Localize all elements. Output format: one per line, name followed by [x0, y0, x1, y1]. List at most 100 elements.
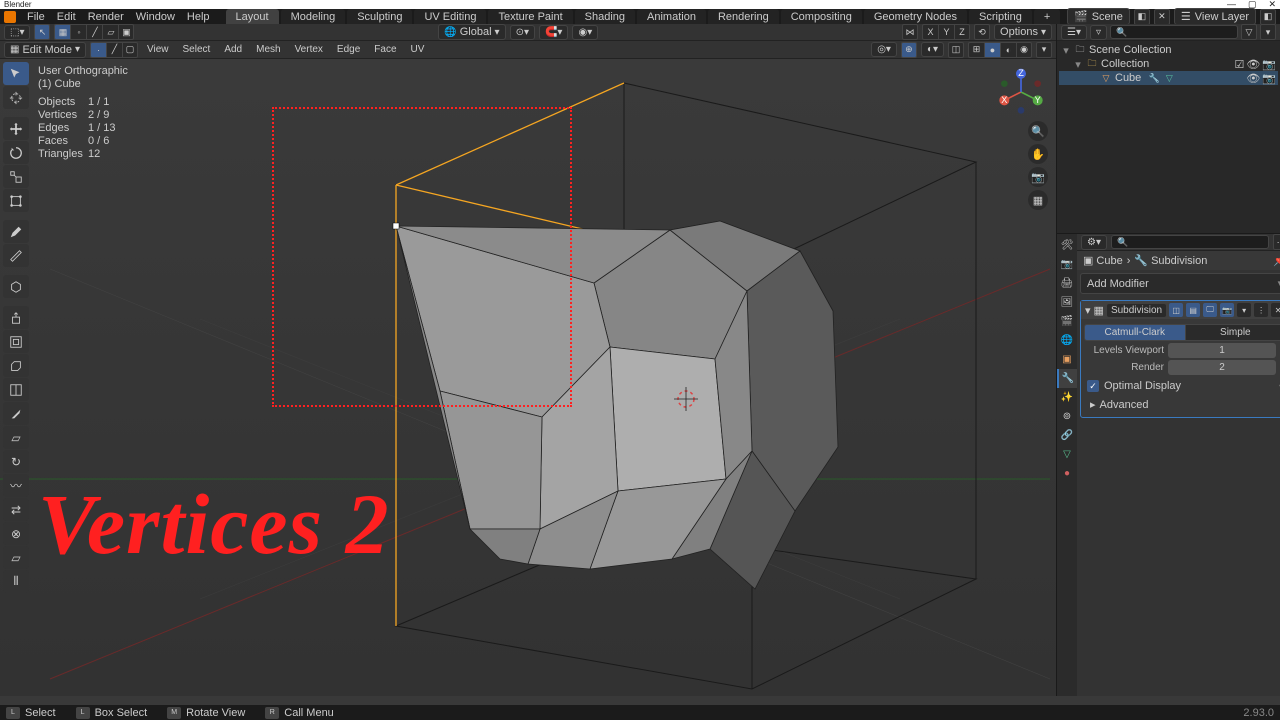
mod-apply-dropdown[interactable]: ⋮: [1254, 303, 1268, 317]
outliner-search[interactable]: 🔍: [1110, 25, 1238, 39]
menu-window[interactable]: Window: [131, 10, 180, 24]
zoom-button[interactable]: 🔍: [1028, 121, 1048, 141]
shading-dropdown-button[interactable]: ▾: [1036, 42, 1052, 58]
ptab-modifier[interactable]: 🔧: [1057, 369, 1077, 388]
tool-inset[interactable]: [3, 330, 29, 353]
ptab-viewlayer[interactable]: 🖼: [1057, 293, 1077, 312]
menu-vertex[interactable]: Vertex: [290, 42, 328, 57]
tool-add-cube[interactable]: [3, 275, 29, 298]
ptab-physics[interactable]: ⊚: [1057, 407, 1077, 426]
tab-sculpting[interactable]: Sculpting: [347, 9, 412, 25]
tab-geometry-nodes[interactable]: Geometry Nodes: [864, 9, 967, 25]
tool-rip[interactable]: ⦀: [3, 570, 29, 593]
menu-render[interactable]: Render: [83, 10, 129, 24]
vertex-select-button[interactable]: ·: [90, 42, 106, 58]
tool-loopcut[interactable]: [3, 378, 29, 401]
rendered-shading-button[interactable]: ◉: [1016, 42, 1032, 58]
tab-texture-paint[interactable]: Texture Paint: [488, 9, 572, 25]
menu-add[interactable]: Add: [219, 42, 247, 57]
tool-extrude[interactable]: [3, 306, 29, 329]
camera-view-button[interactable]: 📷: [1028, 167, 1048, 187]
pan-button[interactable]: ✋: [1028, 144, 1048, 164]
tool-bevel[interactable]: [3, 354, 29, 377]
proportional-edit-button[interactable]: ◉▾: [572, 25, 598, 40]
outliner-display-button[interactable]: ▿: [1090, 25, 1107, 40]
options-dropdown[interactable]: Options ▾: [994, 24, 1052, 40]
outliner-new-collection-button[interactable]: ▾: [1260, 24, 1276, 40]
tab-add[interactable]: +: [1034, 9, 1060, 25]
props-search[interactable]: 🔍: [1111, 235, 1269, 249]
nav-gizmo[interactable]: X Y Z: [996, 67, 1046, 117]
render-icon[interactable]: 📷: [1262, 72, 1276, 85]
tab-layout[interactable]: Layout: [226, 9, 279, 25]
tool-rotate[interactable]: [3, 141, 29, 164]
tool-spin[interactable]: ↻: [3, 450, 29, 473]
editor-type-button[interactable]: ⬚▾: [4, 25, 30, 40]
optimal-display-checkbox[interactable]: ✓: [1087, 380, 1099, 392]
tool-cursor[interactable]: [3, 86, 29, 109]
advanced-toggle[interactable]: ▸Advanced: [1084, 395, 1280, 414]
snap-volume-icon[interactable]: ▣: [118, 24, 134, 40]
props-editor-type-button[interactable]: ⚙▾: [1081, 235, 1107, 250]
modifier-name-field[interactable]: Subdivision: [1107, 304, 1166, 317]
ptab-render[interactable]: 📷: [1057, 255, 1077, 274]
tool-shrink[interactable]: ⊗: [3, 522, 29, 545]
blender-logo-icon[interactable]: [4, 11, 16, 23]
ptab-tool[interactable]: 🛠: [1057, 236, 1077, 255]
face-select-button[interactable]: ▢: [122, 42, 138, 58]
scene-selector[interactable]: 🎬Scene: [1067, 8, 1130, 25]
tab-modeling[interactable]: Modeling: [281, 9, 346, 25]
scene-delete-button[interactable]: ✕: [1154, 9, 1170, 25]
scene-new-button[interactable]: ◧: [1134, 9, 1150, 25]
expand-icon[interactable]: ▾: [1085, 304, 1091, 317]
visibility-icon[interactable]: 👁: [1246, 58, 1260, 71]
snap-toggle[interactable]: 🧲▾: [539, 25, 568, 40]
tool-scale[interactable]: [3, 165, 29, 188]
tool-edge-slide[interactable]: ⇄: [3, 498, 29, 521]
tool-shear[interactable]: ▱: [3, 546, 29, 569]
overlays-dropdown[interactable]: ◐▾: [921, 42, 944, 57]
mesh-auto-merge-icon[interactable]: ⋈: [902, 24, 918, 40]
ptab-object[interactable]: ▣: [1057, 350, 1077, 369]
tab-shading[interactable]: Shading: [575, 9, 635, 25]
render-icon[interactable]: 📷: [1262, 58, 1276, 71]
snap-face-icon[interactable]: ▱: [102, 24, 118, 40]
viewlayer-selector[interactable]: ☰View Layer: [1174, 8, 1256, 25]
viewport-3d[interactable]: ▱ ↻ 〰 ⇄ ⊗ ▱ ⦀ User Orthographic (1) Cube…: [0, 59, 1056, 696]
outliner-tree[interactable]: ▾🗀Scene Collection ▾🗀Collection☑👁📷 ▽Cube…: [1057, 41, 1280, 87]
y-mirror-button[interactable]: Y: [938, 24, 954, 40]
visibility-icon[interactable]: 👁: [1246, 72, 1260, 85]
tool-knife[interactable]: [3, 402, 29, 425]
gizmo-toggle-button[interactable]: ⊕: [901, 42, 917, 58]
catmull-clark-button[interactable]: Catmull-Clark: [1084, 324, 1185, 341]
mode-selector[interactable]: ▦ Edit Mode ▾: [4, 42, 86, 58]
tool-smooth[interactable]: 〰: [3, 474, 29, 497]
outliner-item-cube[interactable]: Cube: [1115, 72, 1141, 84]
snap-vertex-icon[interactable]: ◦: [70, 24, 86, 40]
ptab-material[interactable]: ●: [1057, 464, 1077, 483]
mod-edit-mode-button[interactable]: ▤: [1186, 303, 1200, 317]
outliner-mode-button[interactable]: ☰▾: [1061, 25, 1087, 40]
mod-realtime-button[interactable]: 🖵: [1203, 303, 1217, 317]
matprev-shading-button[interactable]: ◐: [1000, 42, 1016, 58]
levels-viewport-field[interactable]: 1: [1168, 343, 1276, 358]
add-modifier-button[interactable]: Add Modifier▾: [1080, 273, 1280, 294]
wireframe-shading-button[interactable]: ⊞: [968, 42, 984, 58]
snap-increment-icon[interactable]: ▦: [54, 24, 70, 40]
ptab-constraint[interactable]: 🔗: [1057, 426, 1077, 445]
ptab-mesh[interactable]: ▽: [1057, 445, 1077, 464]
z-mirror-button[interactable]: Z: [954, 24, 970, 40]
levels-render-field[interactable]: 2: [1168, 360, 1276, 375]
simple-button[interactable]: Simple: [1185, 324, 1280, 341]
transform-orientation[interactable]: 🌐 Global ▾: [438, 24, 505, 40]
ptab-world[interactable]: 🌐: [1057, 331, 1077, 350]
menu-face[interactable]: Face: [369, 42, 401, 57]
tool-annotate[interactable]: [3, 220, 29, 243]
x-mirror-button[interactable]: X: [922, 24, 938, 40]
solid-shading-button[interactable]: ●: [984, 42, 1000, 58]
tab-compositing[interactable]: Compositing: [781, 9, 862, 25]
menu-view[interactable]: View: [142, 42, 174, 57]
menu-help[interactable]: Help: [182, 10, 215, 24]
snap-edge-icon[interactable]: ╱: [86, 24, 102, 40]
pin-icon[interactable]: 📌: [1273, 254, 1280, 267]
